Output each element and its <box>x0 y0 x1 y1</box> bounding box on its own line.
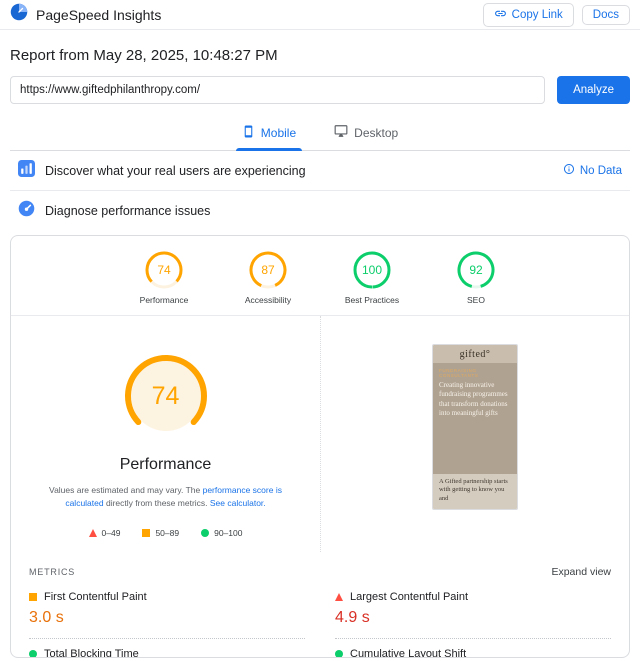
metric-status-icon <box>335 650 343 657</box>
category-score-gauge[interactable]: 74 Performance <box>131 250 197 305</box>
metric-value: 4.9 s <box>335 609 370 627</box>
lab-data-section-header: Diagnose performance issues <box>10 191 630 231</box>
page-screenshot-thumbnail[interactable]: gifted° FUNDRAISING CONSULTANTS Creating… <box>432 344 518 510</box>
legend-range-label: 0–49 <box>101 528 121 539</box>
see-calculator-link[interactable]: See calculator. <box>210 498 266 508</box>
thumb-hero: FUNDRAISING CONSULTANTS Creating innovat… <box>433 363 517 474</box>
field-data-section-header: Discover what your real users are experi… <box>10 151 630 191</box>
analyze-button[interactable]: Analyze <box>557 76 630 104</box>
metric-status-icon <box>29 650 37 657</box>
metric-status-icon <box>335 593 343 602</box>
category-score-label: Best Practices <box>344 295 400 305</box>
docs-button[interactable]: Docs <box>581 4 630 25</box>
link-icon <box>494 7 507 23</box>
category-score-label: Accessibility <box>244 295 292 305</box>
field-data-icon <box>18 159 35 182</box>
metric-name: Largest Contentful Paint <box>350 591 469 604</box>
performance-score: 74 <box>151 381 180 410</box>
metrics-grid: First Contentful Paint 3.0 s Largest Con… <box>11 582 629 658</box>
expand-view-button[interactable]: Expand view <box>551 566 611 578</box>
category-score-label: SEO <box>467 295 485 305</box>
url-row: Analyze <box>10 76 630 104</box>
metric-item: First Contentful Paint 3.0 s <box>29 582 305 640</box>
thumb-site-logo: gifted° <box>433 345 517 363</box>
desktop-icon <box>334 124 348 141</box>
report-card: 74 Performance 87 Accessibility 100 Best… <box>10 235 630 658</box>
metric-name: First Contentful Paint <box>44 591 147 604</box>
category-score-value: 87 <box>261 263 275 277</box>
metric-status-icon <box>29 593 37 602</box>
category-score-label: Performance <box>139 295 189 305</box>
report-heading: Report from May 28, 2025, 10:48:27 PM <box>10 47 278 64</box>
smartphone-icon <box>242 125 255 141</box>
category-score-gauge[interactable]: 87 Accessibility <box>235 250 301 305</box>
performance-gauge[interactable]: 74 <box>122 352 210 440</box>
legend-range-icon <box>88 529 97 538</box>
performance-area: 74 Performance Values are estimated and … <box>11 316 629 553</box>
field-data-title: Discover what your real users are experi… <box>45 163 306 178</box>
main-content: Report from May 28, 2025, 10:48:27 PM An… <box>0 47 640 658</box>
metric-name: Total Blocking Time <box>44 648 139 658</box>
lab-data-title: Diagnose performance issues <box>45 204 211 218</box>
legend-item: 90–100 <box>201 528 242 538</box>
metrics-title: METRICS <box>29 567 76 578</box>
metric-item: Cumulative Layout Shift 0 <box>335 639 611 658</box>
info-icon[interactable] <box>563 162 575 180</box>
metric-item: Total Blocking Time 0 ms <box>29 639 305 658</box>
device-tabs: Mobile Desktop <box>10 116 630 151</box>
legend-range-icon <box>201 529 210 538</box>
pagespeed-logo-icon[interactable] <box>10 3 28 26</box>
legend-item: 0–49 <box>88 528 121 539</box>
performance-label: Performance <box>119 456 212 473</box>
app-title: PageSpeed Insights <box>36 6 162 23</box>
performance-summary: 74 Performance Values are estimated and … <box>11 316 320 552</box>
lab-data-icon <box>18 200 35 222</box>
category-score-value: 74 <box>157 263 171 277</box>
legend-range-label: 90–100 <box>214 528 243 539</box>
legend-item: 50–89 <box>142 528 179 538</box>
metric-name: Cumulative Layout Shift <box>350 648 467 658</box>
metric-value: 3.0 s <box>29 609 64 627</box>
copy-link-button[interactable]: Copy Link <box>482 2 574 27</box>
metrics-header: METRICS Expand view <box>11 552 629 582</box>
category-score-value: 92 <box>469 263 483 277</box>
legend-range-icon <box>142 529 151 538</box>
tab-desktop[interactable]: Desktop <box>328 116 404 150</box>
tab-mobile[interactable]: Mobile <box>235 116 303 151</box>
legend-range-label: 50–89 <box>155 528 180 539</box>
score-legend: 0–49 50–89 90–100 <box>88 528 242 539</box>
screenshot-panel: gifted° FUNDRAISING CONSULTANTS Creating… <box>320 316 629 553</box>
app-header: PageSpeed Insights Copy Link Docs <box>0 0 640 30</box>
no-data-status: No Data <box>579 164 622 177</box>
category-score-gauge[interactable]: 100 Best Practices <box>339 250 405 305</box>
url-input[interactable] <box>10 76 546 104</box>
scores-row: 74 Performance 87 Accessibility 100 Best… <box>11 236 629 316</box>
metric-item: Largest Contentful Paint 4.9 s <box>335 582 611 640</box>
category-score-gauge[interactable]: 92 SEO <box>443 250 509 305</box>
score-disclaimer: Values are estimated and may vary. The p… <box>49 485 282 509</box>
category-score-value: 100 <box>361 263 383 277</box>
